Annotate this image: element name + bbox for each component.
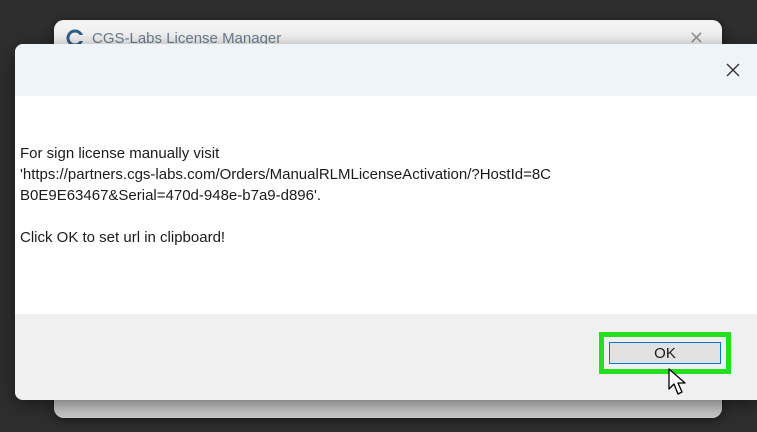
dialog-close-button[interactable] [711, 50, 755, 90]
dialog-body: For sign license manually visit 'https:/… [15, 96, 757, 314]
dialog-titlebar [15, 44, 757, 96]
message-url-line: 'https://partners.cgs-labs.com/Orders/Ma… [20, 166, 552, 183]
message-line: For sign license manually visit [20, 145, 220, 162]
message-instruction: Click OK to set url in clipboard! [20, 229, 226, 246]
arrow-cursor-icon [668, 368, 686, 395]
ok-button-highlight: OK [599, 332, 731, 374]
dialog-message: For sign license manually visit 'https:/… [20, 143, 730, 248]
dialog-footer: OK [15, 314, 757, 400]
message-dialog: For sign license manually visit 'https:/… [15, 44, 757, 400]
ok-button[interactable]: OK [609, 342, 721, 364]
close-icon [726, 63, 740, 77]
message-url-line: B0E9E63467&Serial=470d-948e-b7a9-d896'. [20, 187, 322, 204]
